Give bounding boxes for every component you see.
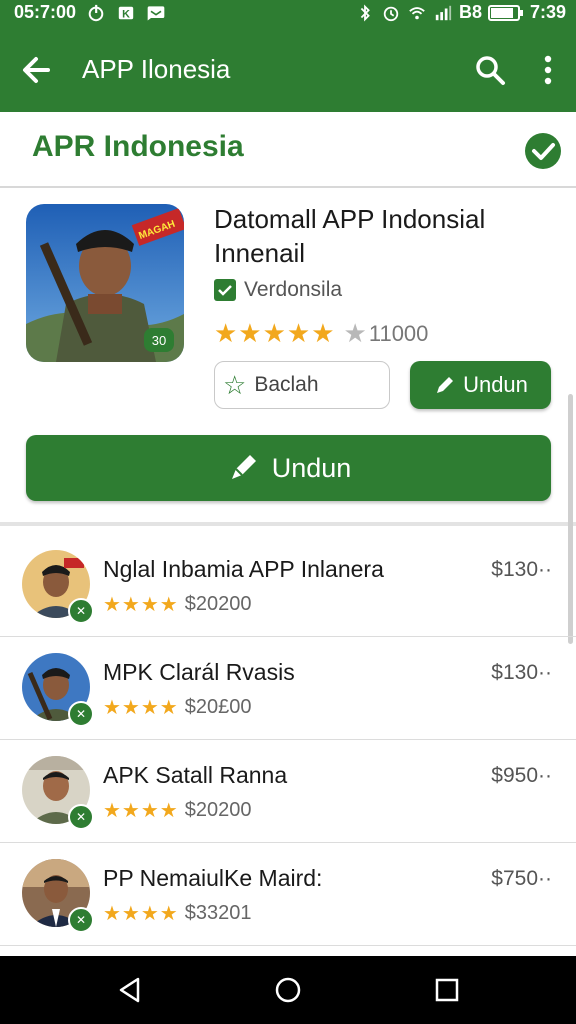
app-price: $950··: [491, 764, 552, 787]
featured-app-rating: ★★★★★ ★ 11000: [214, 318, 428, 349]
app-meta: ★★★★ $20£00: [103, 695, 251, 720]
rating-stars: ★★★★★: [214, 318, 336, 348]
app-price: $130··: [491, 661, 552, 684]
app-badge-icon: ✕: [68, 907, 94, 933]
featured-app-title[interactable]: Datomall APP Indonsial Innenail: [214, 202, 544, 270]
download-icon: [231, 455, 256, 479]
section-header: APR Indonesia: [0, 112, 576, 188]
app-name: APK Satall Ranna: [103, 762, 288, 788]
app-badge-icon: ✕: [68, 598, 94, 624]
featured-app-card[interactable]: MAGAH 30 Datomall APP Indonsial Innenail…: [0, 188, 576, 644]
status-bar: 05:7:00 K B8 7:39: [0, 0, 576, 26]
more-vert-icon[interactable]: [534, 52, 562, 88]
bluetooth-icon: [360, 4, 370, 21]
nav-home-icon[interactable]: [274, 976, 302, 1004]
alarm-icon: [383, 6, 399, 21]
back-arrow-icon[interactable]: [18, 50, 58, 90]
wifi-icon: [409, 6, 425, 19]
search-icon[interactable]: [472, 52, 508, 88]
status-left-time: 05:7:00: [14, 2, 77, 22]
list-item[interactable]: ✕ PP NemaiulKe Maird: ★★★★ $33201 $750··: [0, 843, 576, 946]
app-bar: APP Ilonesia: [0, 26, 576, 112]
list-item[interactable]: ✕ MPK Clarál Rvasis ★★★★ $20£00 $130··: [0, 637, 576, 740]
app-meta: ★★★★ $33201: [103, 901, 251, 926]
app-name: MPK Clarál Rvasis: [103, 659, 295, 685]
nav-recents-icon[interactable]: [434, 977, 460, 1003]
app-name: PP NemaiulKe Maird:: [103, 865, 323, 891]
app-meta-value: $20£00: [184, 696, 252, 718]
status-left: 05:7:00 K: [14, 2, 166, 23]
app-meta: ★★★★ $20200: [103, 798, 251, 823]
status-time: 7:39: [529, 2, 566, 22]
app-name: Nglal Inbamia APP Inlanera: [103, 556, 384, 582]
app-price: $130··: [491, 558, 552, 581]
wishlist-button[interactable]: ☆ Baclah: [214, 361, 390, 409]
signal-icon: [435, 5, 452, 20]
app-meta: ★★★★ $20200: [103, 592, 251, 617]
star-gray-icon: ★: [343, 318, 367, 348]
message-icon: [147, 5, 165, 20]
verified-icon: [525, 133, 561, 169]
app-bar-title: APP Ilonesia: [82, 54, 231, 84]
install-label: Undun: [463, 372, 528, 397]
app-stars: ★★★★: [103, 594, 179, 616]
star-outline-icon: ☆: [223, 369, 247, 400]
app-stars: ★★★★: [103, 903, 179, 925]
battery-label: B8: [458, 2, 482, 22]
app-meta-value: $33201: [184, 902, 252, 924]
developer-name: Verdonsila: [244, 278, 343, 301]
list-item[interactable]: ✕ APK Satall Ranna ★★★★ $20200 $950··: [0, 740, 576, 843]
app-stars: ★★★★: [103, 697, 179, 719]
nav-back-icon[interactable]: [116, 976, 144, 1004]
app-badge-icon: ✕: [68, 804, 94, 830]
battery-icon: [487, 4, 523, 21]
pencil-icon: [437, 377, 454, 393]
list-item[interactable]: ✕ Nglal Inbamia APP Inlanera ★★★★ $20200…: [0, 534, 576, 637]
verified-check-icon: [214, 279, 236, 301]
primary-install-button[interactable]: Undun: [26, 435, 551, 501]
app-meta-value: $20200: [184, 593, 252, 615]
notification-k-icon: K: [118, 6, 134, 20]
svg-text:K: K: [122, 8, 130, 20]
wishlist-label: Baclah: [254, 373, 319, 396]
section-title: APR Indonesia: [32, 130, 244, 163]
app-price: $750··: [491, 867, 552, 890]
app-badge-icon: ✕: [68, 701, 94, 727]
app-meta-value: $20200: [184, 799, 252, 821]
soldier-portrait-image: MAGAH 30: [26, 204, 184, 362]
primary-install-label: Undun: [271, 452, 352, 483]
power-icon: [88, 4, 104, 21]
install-button[interactable]: Undun: [410, 361, 551, 409]
status-right: B8 7:39: [355, 2, 566, 23]
featured-app-thumbnail[interactable]: MAGAH 30: [26, 204, 184, 362]
system-nav-bar: [0, 956, 576, 1024]
thumb-badge-text: 30: [152, 333, 166, 348]
rating-count: 11000: [368, 320, 429, 346]
app-stars: ★★★★: [103, 800, 179, 822]
featured-app-developer[interactable]: Verdonsila: [214, 278, 342, 302]
